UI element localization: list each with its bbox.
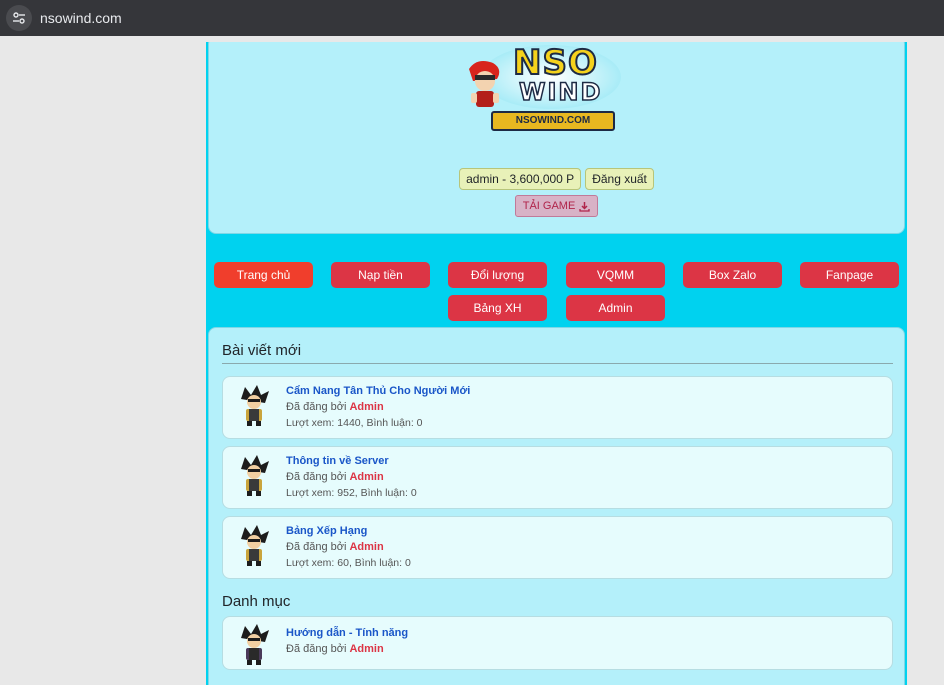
category-card[interactable]: Hướng dẫn - Tính năng Đã đăng bởi Admin [222, 616, 893, 670]
download-row: TẢI GAME [209, 195, 904, 217]
nav-lucky-wheel-button[interactable]: VQMM [566, 262, 665, 288]
post-stats: Lượt xem: 1440, Bình luận: 0 [286, 417, 423, 429]
post-author-line: Đã đăng bởi Admin [286, 401, 384, 413]
post-card[interactable]: Thông tin về Server Đã đăng bởi Admin Lư… [222, 446, 893, 509]
posted-by-label: Đã đăng bởi [286, 401, 347, 413]
post-title-link[interactable]: Bảng Xếp Hạng [286, 525, 367, 537]
category-author-link[interactable]: Admin [349, 643, 383, 655]
post-author-link[interactable]: Admin [349, 471, 383, 483]
nav-fanpage-button[interactable]: Fanpage [800, 262, 899, 288]
logo-text-wind: WIND [518, 78, 603, 106]
content-panel: Bài viết mới Cẩm Nang Tân Thủ Cho Người … [208, 327, 905, 685]
url-text[interactable]: nsowind.com [40, 10, 122, 26]
posted-by-label: Đã đăng bởi [286, 541, 347, 553]
nav-exchange-button[interactable]: Đổi lượng [448, 262, 547, 288]
post-title-link[interactable]: Cẩm Nang Tân Thủ Cho Người Mới [286, 385, 470, 397]
post-author-line: Đã đăng bởi Admin [286, 541, 384, 553]
ninja-character-icon [469, 61, 500, 107]
post-author-line: Đã đăng bởi Admin [286, 471, 384, 483]
nav-topup-button[interactable]: Nạp tiền [331, 262, 430, 288]
user-row: admin - 3,600,000 P Đăng xuất [209, 168, 904, 190]
page-container: NSO WIND NSOWIND.COM admin - 3,600,000 P… [206, 42, 907, 685]
posted-by-label: Đã đăng bởi [286, 643, 347, 655]
ninja-avatar-icon [241, 455, 269, 496]
post-stats: Lượt xem: 60, Bình luận: 0 [286, 557, 411, 569]
ninja-avatar-icon [241, 525, 269, 566]
header-panel: NSO WIND NSOWIND.COM admin - 3,600,000 P… [208, 42, 905, 234]
download-icon [579, 201, 590, 212]
tune-icon[interactable] [6, 5, 32, 31]
browser-address-bar: nsowind.com [0, 0, 944, 36]
post-card[interactable]: Bảng Xếp Hạng Đã đăng bởi Admin Lượt xem… [222, 516, 893, 579]
site-logo[interactable]: NSO WIND NSOWIND.COM [457, 42, 633, 139]
logo-text-nso: NSO [512, 43, 598, 83]
ninja-avatar-icon [241, 624, 269, 665]
user-balance-badge[interactable]: admin - 3,600,000 P [459, 168, 582, 190]
download-game-label: TẢI GAME [522, 200, 576, 212]
post-card[interactable]: Cẩm Nang Tân Thủ Cho Người Mới Đã đăng b… [222, 376, 893, 439]
download-game-button[interactable]: TẢI GAME [514, 195, 599, 217]
ninja-avatar-icon [241, 385, 269, 426]
nav-home-button[interactable]: Trang chủ [214, 262, 313, 288]
post-author-link[interactable]: Admin [349, 401, 383, 413]
logo-banner: NSOWIND.COM [491, 111, 615, 131]
categories-heading: Danh mục [222, 593, 291, 610]
post-author-link[interactable]: Admin [349, 541, 383, 553]
post-stats: Lượt xem: 952, Bình luận: 0 [286, 487, 417, 499]
section-divider [222, 363, 893, 364]
new-posts-heading: Bài viết mới [222, 342, 302, 359]
category-title-link[interactable]: Hướng dẫn - Tính năng [286, 627, 408, 639]
nav-ranking-button[interactable]: Bảng XH [448, 295, 547, 321]
posted-by-label: Đã đăng bởi [286, 471, 347, 483]
nav-zalo-button[interactable]: Box Zalo [683, 262, 782, 288]
logout-button[interactable]: Đăng xuất [585, 168, 654, 190]
post-title-link[interactable]: Thông tin về Server [286, 455, 389, 467]
nav-admin-button[interactable]: Admin [566, 295, 665, 321]
category-author-line: Đã đăng bởi Admin [286, 643, 384, 655]
